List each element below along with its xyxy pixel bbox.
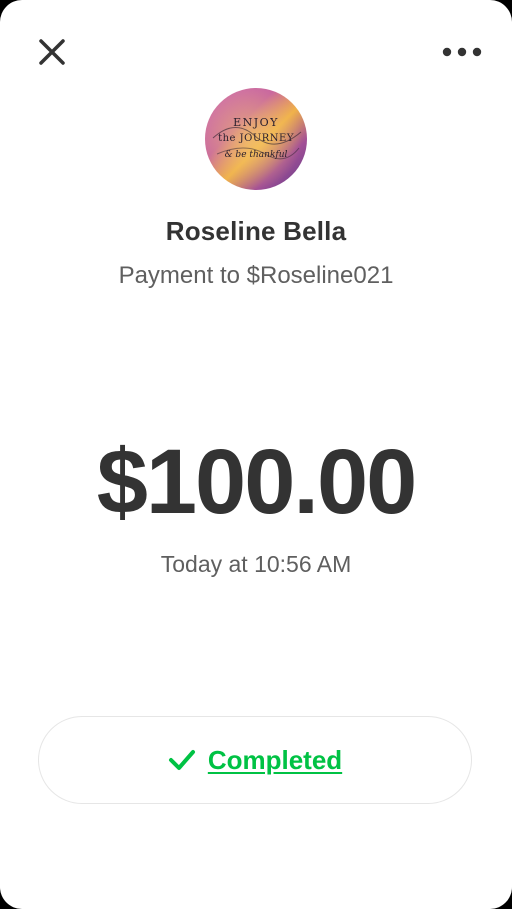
close-button[interactable] [30,30,74,74]
avatar-line-3: & be thankful [225,150,288,160]
more-options-button[interactable] [438,34,486,70]
close-icon [39,39,65,65]
more-horizontal-icon [442,47,482,57]
avatar-line-1: ENJOY [233,116,279,129]
payment-detail-screen: ENJOY the JOURNEY & be thankful Roseline… [0,0,512,909]
status-button[interactable]: Completed [38,716,472,804]
checkmark-icon [168,748,196,772]
payment-subtitle: Payment to $Roseline021 [118,262,394,289]
payment-timestamp: Today at 10:56 AM [160,551,352,577]
status-label[interactable]: Completed [208,745,342,776]
payment-amount: $100.00 [96,431,418,533]
avatar[interactable]: ENJOY the JOURNEY & be thankful [205,88,307,190]
recipient-name: Roseline Bella [165,216,347,246]
avatar-line-2: the JOURNEY [218,133,294,144]
